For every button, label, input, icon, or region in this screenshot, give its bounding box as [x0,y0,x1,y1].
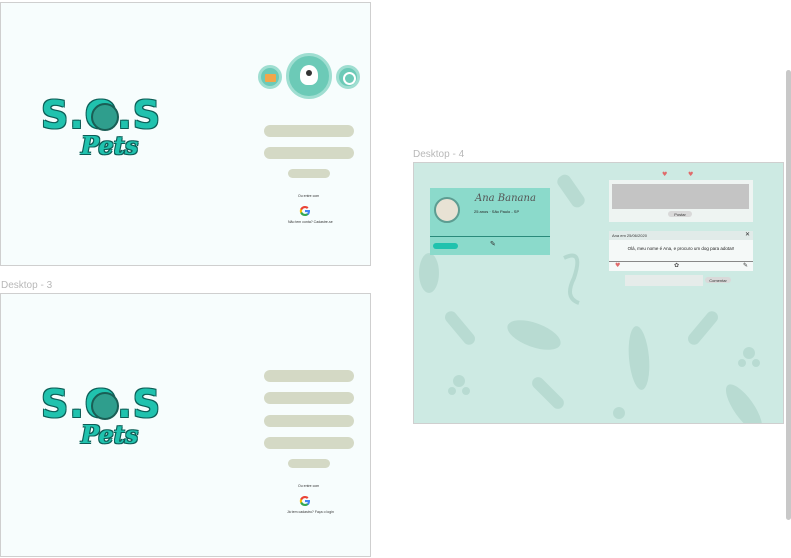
new-post-input[interactable] [612,184,749,209]
pets-badge-icon [91,392,119,420]
alt-login-caption: Ou entre com [298,194,320,198]
pets-badge-icon [91,103,119,131]
password-field[interactable] [264,147,354,159]
desktop-login-frame: S.O.S Pets Ou entre com Não tem conta? C… [0,2,371,266]
search-icon[interactable] [336,65,360,89]
alt-login-caption: Ou entre com [298,484,320,488]
signup-button[interactable] [288,459,330,468]
desktop-feed-frame: Ana Banana 25 anos · São Paulo - SP ✎ ♥ … [413,162,784,424]
edit-icon[interactable]: ✎ [743,262,748,269]
desktop4-label: Desktop - 4 [413,149,465,160]
logo-pets-text: Pets [81,420,139,449]
confirm-password-field[interactable] [264,437,354,449]
heart-icon[interactable]: ♥ [662,171,667,178]
post-card: Ana em 25/06/2020 ✕ Olá, meu nome é Ana,… [609,231,753,271]
email-field[interactable] [264,125,354,137]
dog-icon[interactable] [286,53,332,99]
profile-name: Ana Banana [475,193,536,204]
profile-action-button[interactable] [433,243,458,249]
post-body: Olá, meu nome é Ana, e procuro um dog pa… [627,246,735,251]
new-post-panel: Postar [609,180,753,222]
avatar [434,197,460,223]
profile-details: 25 anos · São Paulo - SP [474,209,520,214]
logo-pets-text: Pets [81,131,139,160]
post-divider [609,261,753,262]
signup-link[interactable]: Não tem conta? Cadastre-se [288,220,333,224]
email-field[interactable] [264,392,354,404]
profile-card: Ana Banana 25 anos · São Paulo - SP ✎ [430,188,550,255]
google-icon[interactable] [299,202,311,216]
heart-icon[interactable]: ♥ [615,262,620,269]
login-link[interactable]: Já tem cadastro? Faça o login [287,510,334,514]
name-field[interactable] [264,370,354,382]
canvas-scrollbar[interactable] [786,70,791,520]
password-field[interactable] [264,415,354,427]
mail-icon[interactable] [258,65,282,89]
profile-divider [430,236,550,237]
desktop3-label: Desktop - 3 [1,280,53,291]
sos-logo: S.O.S Pets [41,93,176,173]
post-header-text: Ana em 25/06/2020 [612,233,647,238]
login-button[interactable] [288,169,330,178]
close-icon[interactable]: ✕ [745,231,750,238]
post-header: Ana em 25/06/2020 ✕ [609,231,753,240]
paw-icon[interactable]: ✿ [674,262,679,269]
sos-logo: S.O.S Pets [41,382,176,462]
heart-icon[interactable]: ♥ [688,171,693,178]
post-button[interactable]: Postar [668,211,692,217]
comment-button[interactable]: Comentar [705,277,731,283]
comment-input[interactable] [625,275,703,286]
edit-icon[interactable]: ✎ [490,241,496,248]
desktop-signup-frame: S.O.S Pets Ou entre com Já tem cadastro?… [0,293,371,557]
google-icon[interactable] [299,492,311,506]
